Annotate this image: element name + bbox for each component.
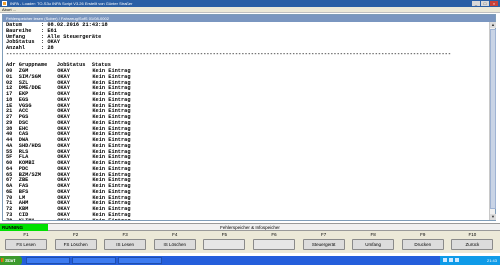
row-group-name: KLIMA — [19, 218, 57, 220]
fkey-label: F4 — [172, 232, 178, 237]
fkey-f9: F9 Drucken — [399, 231, 447, 253]
scroll-down-arrow-icon[interactable]: ▼ — [490, 214, 496, 220]
system-tray: 21:43 — [440, 256, 500, 265]
fkey-label: F8 — [370, 232, 376, 237]
fkey-button-f9[interactable]: Drucken — [401, 239, 444, 250]
output-text-area[interactable]: Datum : 08.02.2016 21:43:18 Baureihe : E6… — [3, 22, 490, 220]
menu-item-abort[interactable]: Abort ... — [2, 7, 16, 12]
close-icon[interactable]: × — [490, 1, 498, 6]
fkey-f8: F8 Umfang — [349, 231, 397, 253]
fkey-button-f6[interactable] — [253, 239, 295, 250]
fkey-label: F6 — [271, 232, 277, 237]
status-title: Fehlerspeicher & Infospeicher — [220, 225, 280, 230]
clock: 21:43 — [486, 258, 497, 263]
fkey-f4: F4 IS Löschen — [151, 231, 199, 253]
window-title: INPA - Loader: TO-S3u INPA Script V3.26 … — [10, 1, 133, 6]
fkey-f7: F7 Steuergerät — [300, 231, 348, 253]
inpa-app-icon — [2, 1, 7, 6]
fkey-f2: F2 FS Löschen — [52, 231, 100, 253]
output-header-line: ----------------------------------------… — [6, 50, 452, 57]
windows-taskbar: Start 21:43 — [0, 256, 500, 265]
fkey-label: F2 — [72, 232, 79, 237]
vertical-scrollbar[interactable]: ▲ ▼ — [489, 22, 496, 220]
window-controls: _ □ × — [472, 1, 498, 6]
function-key-bar: F1 FS Lesen F2 FS Löschen F3 IS Lesen F4 IS Lös… — [0, 231, 500, 253]
scrollbar-thumb[interactable] — [490, 29, 496, 209]
taskbar-item[interactable] — [26, 257, 70, 264]
app-titlebar: INPA - Loader: TO-S3u INPA Script V3.26 … — [0, 0, 500, 7]
fkey-label: F3 — [122, 232, 128, 237]
fkey-f6: F6 — [250, 231, 298, 253]
fkey-button-f2[interactable]: FS Löschen — [54, 239, 97, 250]
row-job-status: OKAY — [57, 218, 92, 220]
row-status: Kein Eintrag — [92, 218, 130, 220]
taskbar-item[interactable] — [72, 257, 116, 264]
fkey-button-f1[interactable]: FS Lesen — [5, 239, 47, 250]
minimize-icon[interactable]: _ — [472, 1, 480, 6]
fkey-button-f8[interactable]: Umfang — [352, 239, 395, 250]
fkey-button-f7[interactable]: Steuergerät — [302, 239, 345, 250]
fkey-button-f3[interactable]: IS Lesen — [104, 239, 147, 250]
language-icon[interactable] — [455, 258, 459, 262]
output-window: Fehlerspeicher lesen (Sober) / Fahrzeug/… — [2, 14, 496, 221]
fkey-f5: F5 — [200, 231, 248, 253]
network-icon[interactable] — [443, 258, 447, 262]
fkey-f1: F1 FS Lesen — [2, 231, 50, 253]
scroll-up-arrow-icon[interactable]: ▲ — [490, 22, 496, 28]
output-window-title: Fehlerspeicher lesen (Sober) / Fahrzeug/… — [3, 15, 495, 22]
fkey-label: F7 — [320, 232, 327, 237]
fault-row: 78KLIMAOKAYKein Eintrag — [6, 218, 490, 220]
fkey-label: F9 — [420, 232, 426, 237]
windows-logo-icon — [1, 258, 4, 262]
fkey-f3: F3 IS Lesen — [101, 231, 149, 253]
row-address: 78 — [6, 218, 19, 220]
fkey-label: F1 — [23, 232, 29, 237]
start-button[interactable]: Start — [0, 256, 22, 265]
running-status-badge: RUNNING — [0, 224, 48, 231]
fkey-label: F5 — [221, 232, 228, 237]
fkey-f10: F10 Zurück — [448, 231, 496, 253]
taskbar-item[interactable] — [118, 257, 162, 264]
fkey-label: F10 — [468, 232, 477, 237]
maximize-icon[interactable]: □ — [481, 1, 489, 6]
volume-icon[interactable] — [449, 258, 453, 262]
fkey-button-f10[interactable]: Zurück — [451, 239, 494, 250]
start-label: Start — [5, 258, 16, 263]
fkey-button-f5[interactable] — [203, 239, 246, 250]
status-bar: Fehlerspeicher & Infospeicher RUNNING — [0, 223, 500, 231]
menubar: Abort ... — [0, 7, 500, 13]
fkey-button-f4[interactable]: IS Löschen — [153, 239, 196, 250]
